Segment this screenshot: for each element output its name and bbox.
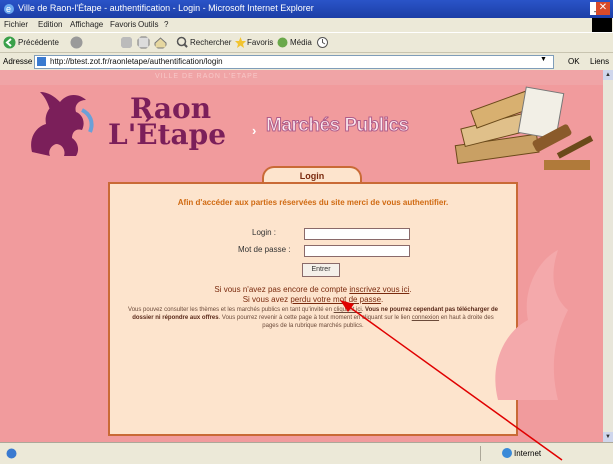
menu-file[interactable]: Fichier <box>4 20 28 29</box>
home-icon[interactable] <box>154 36 167 49</box>
login-input[interactable] <box>304 228 410 240</box>
window-title: Ville de Raon-l'Étape - authentification… <box>18 3 314 13</box>
window-titlebar: e Ville de Raon-l'Étape - authentificati… <box>0 0 613 18</box>
back-button[interactable]: Précédente <box>18 38 59 47</box>
refresh-icon[interactable] <box>137 36 150 49</box>
close-button[interactable]: ✕ <box>596 2 610 15</box>
internet-zone-icon <box>502 448 512 458</box>
header-band-text: VILLE DE RAON L'ETAPE <box>155 73 259 80</box>
password-label: Mot de passe : <box>238 245 291 254</box>
status-bar: Internet <box>0 442 613 464</box>
media-button[interactable]: Média <box>290 38 312 47</box>
info-text-1: Vous pouvez consulter les thèmes et les … <box>128 307 332 313</box>
section-title: Marchés Publics <box>265 115 409 137</box>
guest-link[interactable]: cliquant ici <box>334 307 362 313</box>
search-button[interactable]: Rechercher <box>190 38 231 47</box>
menu-edit[interactable]: Edition <box>38 20 62 29</box>
stop-icon[interactable] <box>120 36 133 49</box>
login-intro: Afin d'accéder aux parties réservées du … <box>177 198 449 207</box>
page-icon <box>37 57 46 66</box>
connexion-link[interactable]: connexion <box>412 315 439 321</box>
security-zone: Internet <box>514 449 542 458</box>
password-input[interactable] <box>304 245 410 257</box>
vertical-scrollbar[interactable]: ▲ ▼ <box>603 70 613 442</box>
address-label: Adresse <box>3 57 33 66</box>
griffon-watermark-icon <box>495 250 568 400</box>
signup-link[interactable]: inscrivez vous ici <box>349 285 409 294</box>
toolbar: Précédente Rechercher Favoris Média <box>0 32 613 53</box>
info-paragraph: Vous pouvez consulter les thèmes et les … <box>128 307 498 329</box>
history-icon[interactable] <box>316 36 329 49</box>
scroll-up-icon[interactable]: ▲ <box>603 70 613 80</box>
submit-button[interactable]: Entrer <box>302 263 340 277</box>
page-status-icon <box>6 448 17 459</box>
media-icon[interactable] <box>276 36 289 49</box>
ie-icon: e <box>4 4 14 14</box>
svg-text:e: e <box>6 4 11 14</box>
forward-icon[interactable] <box>70 36 83 49</box>
address-bar: Adresse http://btest.zot.fr/raonletape/a… <box>0 52 613 70</box>
dropdown-arrow-icon[interactable]: ▼ <box>540 56 547 63</box>
info-text-3: Vous pourrez revenir à cette page à tout… <box>221 315 411 321</box>
web-page: VILLE DE RAON L'ETAPE Raon L'Étape › Mar… <box>0 70 603 442</box>
favorites-button[interactable]: Favoris <box>247 38 273 47</box>
lost-password-text: Si vous avez <box>242 295 289 304</box>
favorites-icon[interactable] <box>234 36 247 49</box>
menu-view[interactable]: Affichage <box>70 20 103 29</box>
menu-help[interactable]: ? <box>164 20 168 29</box>
back-icon[interactable] <box>3 36 16 49</box>
menu-favorites[interactable]: Favoris <box>110 20 136 29</box>
logo-text-etape: L'Étape <box>108 118 227 151</box>
menu-bar: Fichier Edition Affichage Favoris Outils… <box>0 18 613 32</box>
menu-tools[interactable]: Outils <box>138 20 158 29</box>
status-divider <box>480 446 481 461</box>
links-button[interactable]: Liens <box>590 57 609 66</box>
login-label: Login : <box>252 228 277 237</box>
lost-password-message: Si vous avez perdu votre mot de passe. <box>242 295 384 304</box>
lost-password-link[interactable]: perdu votre mot de passe <box>290 295 381 304</box>
scroll-down-icon[interactable]: ▼ <box>603 432 613 442</box>
address-url[interactable]: http://btest.zot.fr/raonletape/authentif… <box>50 57 223 66</box>
go-button[interactable]: OK <box>568 57 580 66</box>
griffon-logo-icon <box>31 92 94 156</box>
section-arrow: › <box>252 123 257 138</box>
books-gavel-icon <box>454 86 594 170</box>
search-icon[interactable] <box>176 36 189 49</box>
login-panel: Afin d'accéder aux parties réservées du … <box>108 182 518 436</box>
windows-logo-icon <box>592 18 612 32</box>
signup-text: Si vous n'avez pas encore de compte <box>214 285 348 294</box>
signup-message: Si vous n'avez pas encore de compte insc… <box>214 285 412 294</box>
